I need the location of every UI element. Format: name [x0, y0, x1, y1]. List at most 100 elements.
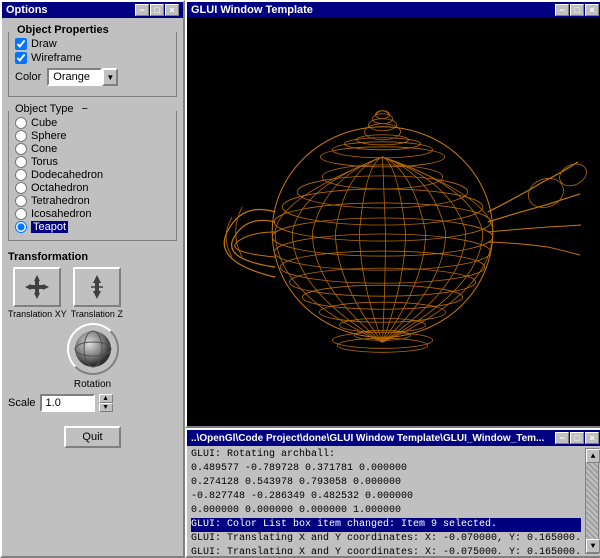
color-select-field[interactable]: Orange	[47, 68, 102, 86]
rotation-group: Rotation	[8, 323, 177, 390]
scale-spinner: ▲ ▼	[99, 394, 113, 412]
translation-z-label: Translation Z	[71, 309, 123, 319]
right-side: GLUI Window Template − □ ×	[185, 0, 600, 558]
options-title-controls: − □ ×	[135, 4, 179, 16]
console-title-label: ..\OpenGl\Code Project\done\GLUI Window …	[191, 433, 544, 444]
radio-icosahedron-label: Icosahedron	[31, 208, 92, 220]
console-minimize-btn[interactable]: −	[555, 432, 569, 444]
radio-teapot-label: Teapot	[31, 221, 68, 233]
glui-minimize-btn[interactable]: −	[555, 4, 569, 16]
object-properties-label: Object Properties	[15, 24, 111, 36]
radio-octahedron-label: Octahedron	[31, 182, 88, 194]
radio-octahedron: Octahedron	[15, 182, 170, 194]
radio-torus-input[interactable]	[15, 156, 27, 168]
console-line: GLUI: Rotating archball:	[191, 448, 581, 462]
radio-dodecahedron-label: Dodecahedron	[31, 169, 103, 181]
radio-icosahedron: Icosahedron	[15, 208, 170, 220]
color-row: Color Orange ▼	[15, 68, 170, 86]
object-type-radios: Cube Sphere Cone Torus	[15, 117, 170, 233]
translation-z-btn[interactable]	[73, 267, 121, 307]
color-select-wrapper: Orange ▼	[47, 68, 118, 86]
scale-label: Scale	[8, 397, 36, 409]
wireframe-label: Wireframe	[31, 52, 82, 64]
radio-cone-input[interactable]	[15, 143, 27, 155]
radio-torus: Torus	[15, 156, 170, 168]
object-type-group: Object Type − Cube Sphere Cone	[8, 111, 177, 241]
radio-tetrahedron: Tetrahedron	[15, 195, 170, 207]
scale-input[interactable]	[40, 394, 95, 412]
radio-sphere-label: Sphere	[31, 130, 66, 142]
radio-cone: Cone	[15, 143, 170, 155]
scrollbar-down-btn[interactable]: ▼	[586, 539, 600, 553]
teapot-wireframe	[187, 18, 600, 426]
translation-xy-btn[interactable]	[13, 267, 61, 307]
console-line: 0.000000 0.000000 0.000000 1.000000	[191, 504, 581, 518]
console-line: GLUI: Translating X and Y coordinates: X…	[191, 546, 581, 554]
console-title-controls: − □ ×	[555, 432, 599, 444]
console-title-bar: ..\OpenGl\Code Project\done\GLUI Window …	[187, 430, 600, 446]
radio-torus-label: Torus	[31, 156, 58, 168]
wireframe-checkbox[interactable]	[15, 52, 27, 64]
rotation-icon	[73, 329, 113, 369]
radio-teapot: Teapot	[15, 221, 170, 233]
radio-octahedron-input[interactable]	[15, 182, 27, 194]
transform-buttons: Translation XY Translation	[8, 267, 177, 319]
scale-down-btn[interactable]: ▼	[99, 403, 113, 412]
scale-up-btn[interactable]: ▲	[99, 394, 113, 403]
console-line: -0.827748 -0.286349 0.482532 0.000000	[191, 490, 581, 504]
glui-title-label: GLUI Window Template	[191, 4, 313, 16]
console-content: GLUI: Rotating archball: 0.489577 -0.789…	[187, 446, 600, 556]
transformation-section: Transformation	[8, 251, 177, 416]
options-close-btn[interactable]: ×	[165, 4, 179, 16]
console-window: ..\OpenGl\Code Project\done\GLUI Window …	[185, 428, 600, 558]
console-line: GLUI: Color List box item changed: Item …	[191, 518, 581, 532]
radio-sphere-input[interactable]	[15, 130, 27, 142]
options-title-label: Options	[6, 4, 48, 16]
glui-canvas[interactable]	[187, 18, 600, 426]
translation-z-group: Translation Z	[71, 267, 123, 319]
console-close-btn[interactable]: ×	[585, 432, 599, 444]
object-type-header: Object Type −	[13, 103, 88, 115]
translation-z-icon	[83, 273, 111, 301]
radio-sphere: Sphere	[15, 130, 170, 142]
options-content: Object Properties Draw Wireframe Color O…	[2, 18, 183, 556]
console-scrollbar: ▲ ▼	[585, 448, 599, 554]
radio-icosahedron-input[interactable]	[15, 208, 27, 220]
console-line: 0.274128 0.543978 0.793058 0.000000	[191, 476, 581, 490]
object-type-dash: −	[82, 103, 88, 115]
glui-maximize-btn[interactable]: □	[570, 4, 584, 16]
wireframe-row: Wireframe	[15, 52, 170, 64]
object-type-label: Object Type	[13, 103, 76, 115]
radio-cone-label: Cone	[31, 143, 57, 155]
draw-row: Draw	[15, 38, 170, 50]
radio-tetrahedron-label: Tetrahedron	[31, 195, 90, 207]
radio-dodecahedron: Dodecahedron	[15, 169, 170, 181]
color-select-arrow[interactable]: ▼	[102, 68, 118, 86]
radio-teapot-input[interactable]	[15, 221, 27, 233]
transformation-label: Transformation	[8, 251, 88, 263]
options-window: Options − □ × Object Properties Draw Wir…	[0, 0, 185, 558]
console-maximize-btn[interactable]: □	[570, 432, 584, 444]
scrollbar-up-btn[interactable]: ▲	[586, 449, 600, 463]
object-properties-group: Object Properties Draw Wireframe Color O…	[8, 32, 177, 97]
translation-xy-label: Translation XY	[8, 309, 67, 319]
glui-title-bar: GLUI Window Template − □ ×	[187, 2, 600, 18]
radio-cube-input[interactable]	[15, 117, 27, 129]
options-title-bar: Options − □ ×	[2, 2, 183, 18]
console-text-area: GLUI: Rotating archball: 0.489577 -0.789…	[191, 448, 581, 554]
quit-button[interactable]: Quit	[64, 426, 120, 448]
rotation-btn[interactable]	[67, 323, 119, 375]
color-label: Color	[15, 71, 41, 83]
console-line: 0.489577 -0.789728 0.371781 0.000000	[191, 462, 581, 476]
options-maximize-btn[interactable]: □	[150, 4, 164, 16]
radio-tetrahedron-input[interactable]	[15, 195, 27, 207]
radio-dodecahedron-input[interactable]	[15, 169, 27, 181]
glui-close-btn[interactable]: ×	[585, 4, 599, 16]
radio-cube-label: Cube	[31, 117, 57, 129]
radio-cube: Cube	[15, 117, 170, 129]
rotation-label: Rotation	[74, 379, 111, 390]
draw-label: Draw	[31, 38, 57, 50]
draw-checkbox[interactable]	[15, 38, 27, 50]
options-minimize-btn[interactable]: −	[135, 4, 149, 16]
scrollbar-track[interactable]	[586, 463, 598, 539]
